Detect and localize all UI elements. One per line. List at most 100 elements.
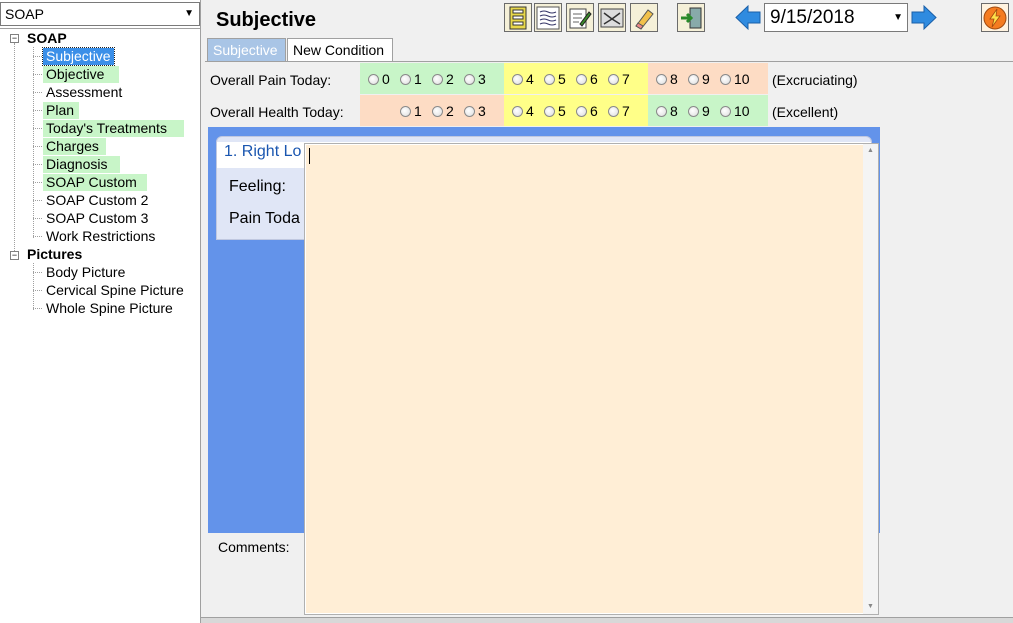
health-option-2[interactable]: 2 <box>432 104 454 118</box>
comments-label: Comments: <box>218 539 290 555</box>
option-label: 3 <box>478 71 486 87</box>
pain-option-5[interactable]: 5 <box>544 72 566 86</box>
exit-button[interactable] <box>677 3 705 32</box>
pain-option-6[interactable]: 6 <box>576 72 598 86</box>
tree-connector <box>33 47 34 238</box>
condition-title[interactable]: 1. Right Lo <box>224 143 301 161</box>
health-option-6[interactable]: 6 <box>576 104 598 118</box>
tree-item-soap-custom[interactable]: SOAP Custom <box>43 174 147 191</box>
eraser-button[interactable] <box>630 3 658 32</box>
eraser-icon <box>635 8 654 30</box>
picture-button[interactable] <box>598 3 626 32</box>
pain-option-3[interactable]: 3 <box>464 72 486 86</box>
radio-icon[interactable] <box>512 105 523 117</box>
option-label: 7 <box>622 103 630 119</box>
radio-icon[interactable] <box>512 73 523 85</box>
tree-item-todays-treatments[interactable]: Today's Treatments <box>43 120 184 137</box>
pain-option-4[interactable]: 4 <box>512 72 534 86</box>
tree-group-pictures[interactable]: Pictures <box>24 246 85 263</box>
tab-subjective[interactable]: Subjective <box>207 38 286 62</box>
radio-icon[interactable] <box>608 73 619 85</box>
health-option-9[interactable]: 9 <box>688 104 710 118</box>
status-strip <box>201 617 1013 623</box>
collapse-icon[interactable]: − <box>10 251 19 260</box>
tree-item-soap-custom-2[interactable]: SOAP Custom 2 <box>43 192 151 209</box>
health-option-4[interactable]: 4 <box>512 104 534 118</box>
health-option-1[interactable]: 1 <box>400 104 422 118</box>
radio-icon[interactable] <box>656 105 667 117</box>
radio-icon[interactable] <box>688 73 699 85</box>
pain-option-10[interactable]: 10 <box>720 72 750 86</box>
tree-item-diagnosis[interactable]: Diagnosis <box>43 156 120 173</box>
quick-action-button[interactable] <box>981 3 1009 32</box>
health-option-5[interactable]: 5 <box>544 104 566 118</box>
health-option-7[interactable]: 7 <box>608 104 630 118</box>
tree-group-soap[interactable]: SOAP <box>24 30 70 47</box>
scroll-up-icon[interactable]: ▲ <box>863 144 878 158</box>
tree-item-work-restrictions[interactable]: Work Restrictions <box>43 228 158 245</box>
tree-item-charges[interactable]: Charges <box>43 138 106 155</box>
radio-icon[interactable] <box>400 73 411 85</box>
pain-option-1[interactable]: 1 <box>400 72 422 86</box>
tree-connector <box>33 164 42 165</box>
chevron-down-icon[interactable]: ▼ <box>893 4 903 31</box>
health-option-3[interactable]: 3 <box>464 104 486 118</box>
tree-item-objective[interactable]: Objective <box>43 66 119 83</box>
tree-connector <box>33 200 42 201</box>
radio-icon[interactable] <box>720 105 731 117</box>
option-label: 1 <box>414 103 422 119</box>
radio-icon[interactable] <box>608 105 619 117</box>
radio-icon[interactable] <box>368 73 379 85</box>
tree-connector <box>33 182 42 183</box>
radio-icon[interactable] <box>544 73 555 85</box>
option-label: 9 <box>702 71 710 87</box>
tree-item-assessment[interactable]: Assessment <box>43 84 125 101</box>
pain-option-9[interactable]: 9 <box>688 72 710 86</box>
comments-editor[interactable]: ▲ ▼ <box>304 143 879 615</box>
radio-icon[interactable] <box>464 105 475 117</box>
previous-date-button[interactable] <box>734 3 762 32</box>
arrow-left-icon <box>735 4 761 31</box>
radio-icon[interactable] <box>576 105 587 117</box>
tab-new-condition[interactable]: New Condition <box>287 38 393 62</box>
radio-icon[interactable] <box>400 105 411 117</box>
tree-item-soap-custom-3[interactable]: SOAP Custom 3 <box>43 210 151 227</box>
exit-door-icon <box>681 7 702 28</box>
pain-option-8[interactable]: 8 <box>656 72 678 86</box>
next-date-button[interactable] <box>910 3 938 32</box>
edit-note-button[interactable] <box>566 3 594 32</box>
chevron-down-icon[interactable]: ▼ <box>184 3 194 25</box>
radio-icon[interactable] <box>432 73 443 85</box>
option-label: 8 <box>670 103 678 119</box>
pain-option-0[interactable]: 0 <box>368 72 390 86</box>
tree-item-whole-spine-picture[interactable]: Whole Spine Picture <box>43 300 176 317</box>
radio-icon[interactable] <box>464 73 475 85</box>
form-button[interactable] <box>504 3 532 32</box>
date-value: 9/15/2018 <box>770 7 855 28</box>
option-label: 5 <box>558 71 566 87</box>
health-option-8[interactable]: 8 <box>656 104 678 118</box>
editor-scrollbar[interactable]: ▲ ▼ <box>863 144 878 614</box>
collapse-icon[interactable]: − <box>10 34 19 43</box>
module-dropdown[interactable]: SOAP ▼ <box>0 2 200 26</box>
pain-option-7[interactable]: 7 <box>608 72 630 86</box>
tree-item-cervical-spine-picture[interactable]: Cervical Spine Picture <box>43 282 187 299</box>
tree-item-body-picture[interactable]: Body Picture <box>43 264 128 281</box>
tree-item-subjective[interactable]: Subjective <box>42 47 115 66</box>
notes-button[interactable] <box>534 3 562 32</box>
tree-connector <box>33 92 42 93</box>
scroll-down-icon[interactable]: ▼ <box>863 600 878 614</box>
radio-icon[interactable] <box>576 73 587 85</box>
radio-icon[interactable] <box>656 73 667 85</box>
radio-icon[interactable] <box>544 105 555 117</box>
date-picker[interactable]: 9/15/2018 ▼ <box>764 3 908 32</box>
radio-icon[interactable] <box>688 105 699 117</box>
tree-connector <box>33 236 42 237</box>
tree-item-plan[interactable]: Plan <box>43 102 79 119</box>
option-label: 6 <box>590 103 598 119</box>
pain-option-2[interactable]: 2 <box>432 72 454 86</box>
radio-icon[interactable] <box>432 105 443 117</box>
comments-textarea[interactable] <box>306 145 864 613</box>
health-option-10[interactable]: 10 <box>720 104 750 118</box>
radio-icon[interactable] <box>720 73 731 85</box>
